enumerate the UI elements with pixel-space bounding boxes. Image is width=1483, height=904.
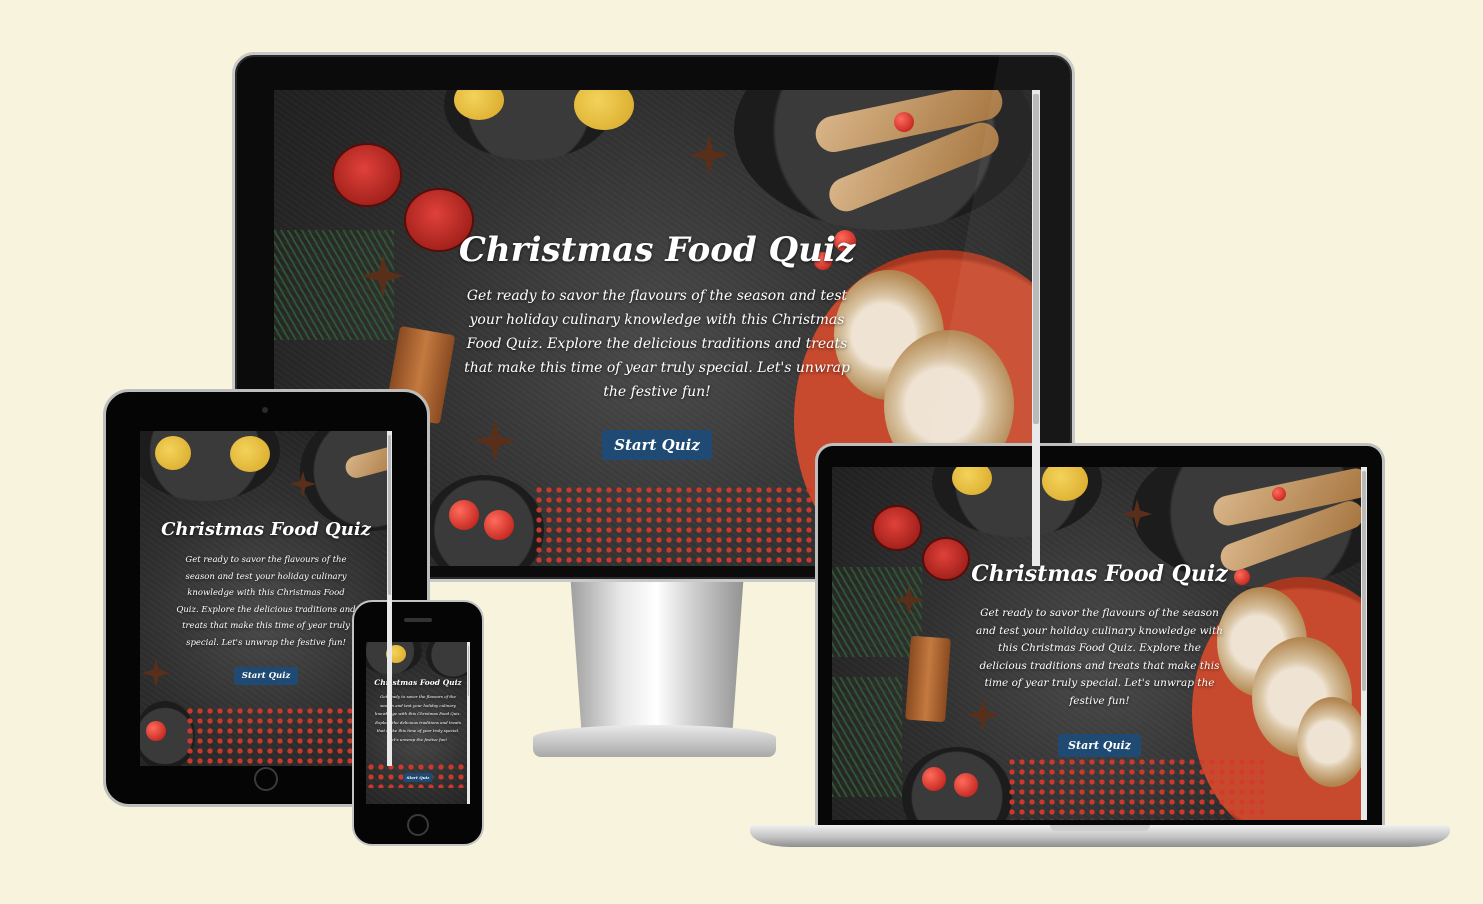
start-quiz-button[interactable]: Start Quiz	[233, 667, 299, 685]
page-title: Christmas Food Quiz	[161, 519, 371, 540]
start-quiz-button[interactable]: Start Quiz	[1058, 734, 1141, 757]
scrollbar[interactable]	[467, 642, 470, 804]
monitor-stand-base	[533, 725, 776, 757]
cranberry-image	[922, 767, 946, 791]
scrollbar-thumb[interactable]	[468, 646, 469, 696]
cranberry-image	[484, 510, 514, 540]
hero-section: Christmas Food Quiz Get ready to savor t…	[832, 561, 1367, 757]
page-title: Christmas Food Quiz	[458, 230, 856, 270]
speaker-icon	[404, 618, 432, 622]
intro-text: Get ready to savor the flavours of the s…	[176, 555, 356, 648]
scrollbar[interactable]	[1032, 90, 1040, 566]
laptop: Christmas Food Quiz Get ready to savor t…	[750, 443, 1450, 853]
cranberry-image	[954, 773, 978, 797]
bead-garland-image	[1007, 757, 1267, 820]
candle-image	[874, 507, 920, 549]
scrollbar[interactable]	[1361, 467, 1367, 820]
page-title: Christmas Food Quiz	[374, 678, 462, 687]
laptop-screen: Christmas Food Quiz Get ready to savor t…	[832, 467, 1367, 820]
berry-image	[894, 112, 914, 132]
home-button[interactable]	[407, 814, 429, 836]
hero-section: Christmas Food Quiz Get ready to savor t…	[366, 678, 470, 783]
intro-text: Get ready to savor the flavours of the s…	[464, 288, 850, 400]
home-button[interactable]	[254, 767, 278, 791]
laptop-notch	[1050, 825, 1150, 831]
potato-image	[155, 436, 191, 470]
start-quiz-button[interactable]: Start Quiz	[402, 773, 434, 782]
scrollbar[interactable]	[387, 431, 392, 766]
hero-section: Christmas Food Quiz Get ready to savor t…	[140, 519, 392, 685]
star-anise-image	[689, 135, 729, 175]
intro-text: Get ready to savor the flavours of the s…	[976, 607, 1223, 707]
start-quiz-button[interactable]: Start Quiz	[602, 430, 712, 460]
cranberry-image	[146, 721, 166, 741]
candle-image	[334, 145, 400, 205]
scrollbar-thumb[interactable]	[1362, 471, 1366, 691]
page-title: Christmas Food Quiz	[971, 561, 1228, 587]
scrollbar-thumb[interactable]	[388, 435, 391, 595]
berry-image	[1272, 487, 1286, 501]
hero-section: Christmas Food Quiz Get ready to savor t…	[274, 230, 1040, 460]
cranberry-image	[449, 500, 479, 530]
camera-icon	[262, 407, 268, 413]
scrollbar-thumb[interactable]	[1033, 94, 1039, 424]
meat-plate-image	[426, 642, 470, 678]
monitor-stand	[570, 580, 744, 730]
potato-image	[230, 436, 270, 472]
